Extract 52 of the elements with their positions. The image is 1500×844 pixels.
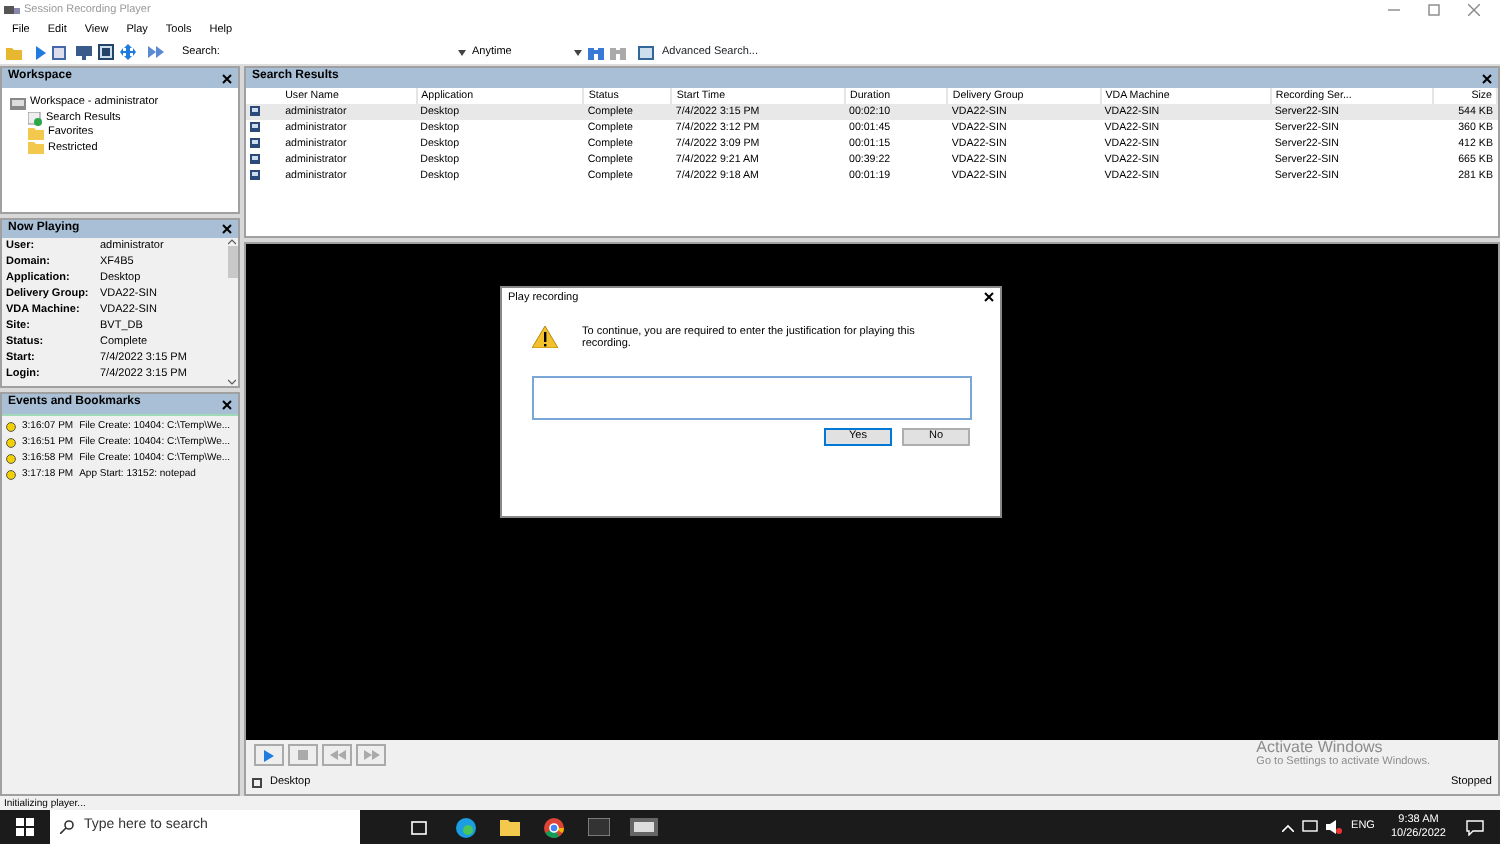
play-icon bbox=[264, 749, 274, 761]
terminal-icon[interactable] bbox=[588, 818, 610, 836]
player-app-icon[interactable] bbox=[630, 818, 658, 836]
workspace-icon bbox=[10, 97, 26, 110]
monitor-icon[interactable] bbox=[76, 45, 92, 59]
rewind-icon bbox=[329, 750, 345, 760]
scroll-down-icon[interactable] bbox=[228, 378, 236, 386]
watermark-title: Activate Windows bbox=[1256, 737, 1385, 756]
event-marker-icon bbox=[6, 421, 16, 431]
event-marker-icon bbox=[6, 453, 16, 463]
justification-input[interactable] bbox=[532, 375, 972, 420]
window-icon[interactable] bbox=[52, 45, 66, 59]
notification-icon[interactable] bbox=[1466, 819, 1484, 835]
recording-icon bbox=[250, 153, 260, 164]
search-results-icon bbox=[28, 111, 42, 126]
chevron-up-icon[interactable] bbox=[1281, 823, 1294, 831]
play-icon[interactable] bbox=[34, 45, 46, 59]
speaker-icon[interactable] bbox=[1325, 820, 1342, 834]
warning-icon bbox=[532, 325, 558, 348]
edge-icon[interactable] bbox=[456, 817, 476, 837]
event-marker-icon bbox=[6, 437, 16, 447]
play-button[interactable] bbox=[254, 744, 284, 766]
folder-icon[interactable] bbox=[500, 818, 520, 836]
search-window-icon bbox=[637, 45, 654, 59]
fast-forward-icon bbox=[363, 750, 379, 760]
maximize-icon[interactable] bbox=[1428, 4, 1440, 16]
move-icon[interactable] bbox=[120, 44, 136, 60]
recording-icon bbox=[250, 169, 260, 180]
scroll-up-icon[interactable] bbox=[228, 238, 236, 246]
close-icon[interactable] bbox=[1482, 73, 1492, 83]
windows-icon[interactable] bbox=[16, 818, 34, 836]
fullscreen-icon[interactable] bbox=[98, 44, 114, 60]
scrollbar[interactable] bbox=[226, 238, 238, 386]
task-view-icon[interactable] bbox=[410, 819, 428, 835]
search-icon bbox=[60, 820, 74, 834]
fast-forward-icon[interactable] bbox=[148, 46, 164, 58]
binoculars-icon[interactable] bbox=[587, 44, 604, 60]
close-icon[interactable] bbox=[222, 399, 232, 409]
stop-icon bbox=[298, 750, 308, 760]
close-icon[interactable] bbox=[984, 292, 994, 306]
close-icon[interactable] bbox=[222, 224, 232, 234]
recording-icon bbox=[250, 137, 260, 148]
network-icon[interactable] bbox=[1301, 820, 1318, 834]
dropdown-caret-icon[interactable] bbox=[457, 49, 466, 55]
close-icon[interactable] bbox=[222, 73, 232, 83]
checkbox[interactable] bbox=[252, 777, 262, 787]
app-icon bbox=[4, 4, 20, 16]
event-marker-icon bbox=[6, 469, 16, 479]
recording-icon bbox=[250, 121, 260, 132]
dropdown-caret-icon[interactable] bbox=[573, 49, 582, 55]
recording-icon bbox=[250, 105, 260, 116]
chrome-icon[interactable] bbox=[544, 817, 564, 837]
